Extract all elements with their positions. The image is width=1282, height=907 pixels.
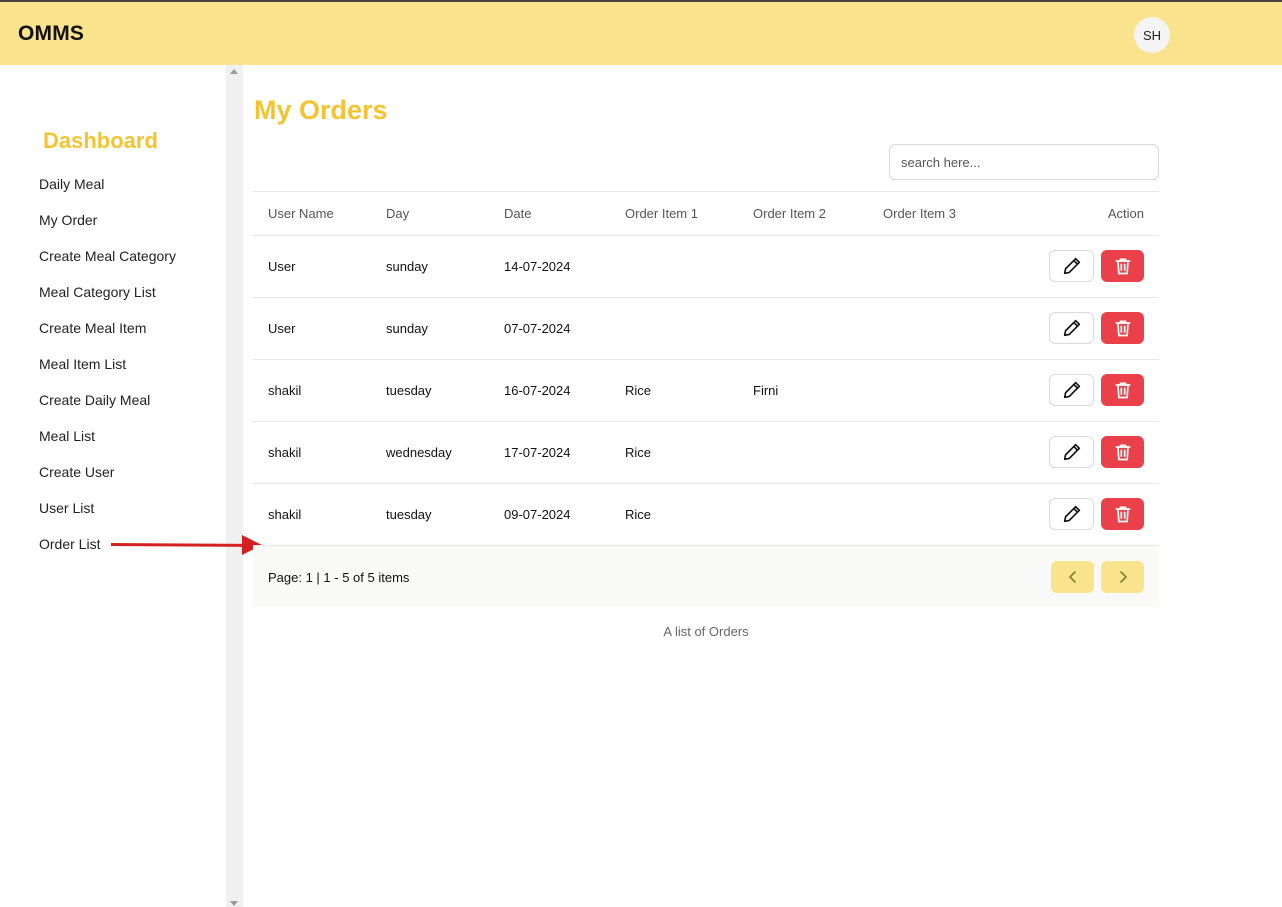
chevron-right-icon: [1119, 571, 1127, 583]
column-header-order-item-1: Order Item 1: [625, 206, 698, 221]
delete-button[interactable]: [1101, 250, 1144, 282]
cell-day: sunday: [386, 259, 428, 274]
sidebar-item-create-daily-meal[interactable]: Create Daily Meal: [39, 389, 176, 425]
sidebar-item-create-meal-category[interactable]: Create Meal Category: [39, 245, 176, 281]
sidebar-item-meal-list[interactable]: Meal List: [39, 425, 176, 461]
column-header-order-item-2: Order Item 2: [753, 206, 826, 221]
sidebar-item-order-list[interactable]: Order List: [39, 533, 176, 569]
trash-icon: [1115, 320, 1130, 337]
column-header-day: Day: [386, 206, 410, 221]
pencil-icon: [1063, 505, 1080, 523]
sidebar-title[interactable]: Dashboard: [43, 128, 158, 154]
table-row: shakil tuesday 09-07-2024 Rice: [253, 484, 1159, 546]
cell-user-name: shakil: [268, 445, 302, 460]
edit-button[interactable]: [1049, 436, 1094, 468]
delete-button[interactable]: [1101, 436, 1144, 468]
cell-order-item-1: Rice: [625, 383, 652, 398]
pencil-icon: [1063, 319, 1080, 337]
delete-button[interactable]: [1101, 374, 1144, 406]
app-brand[interactable]: OMMS: [18, 22, 84, 46]
user-avatar[interactable]: SH: [1134, 17, 1170, 53]
cell-user-name: shakil: [268, 383, 302, 398]
previous-page-button[interactable]: [1051, 561, 1094, 593]
page-title: My Orders: [254, 95, 388, 125]
trash-icon: [1115, 258, 1130, 275]
table-header: User Name Day Date Order Item 1 Order It…: [253, 191, 1159, 236]
pagination-info: Page: 1 | 1 - 5 of 5 items: [268, 570, 410, 585]
table-row: User sunday 07-07-2024: [253, 298, 1159, 360]
table-row: User sunday 14-07-2024: [253, 236, 1159, 298]
trash-icon: [1115, 444, 1130, 461]
table-caption: A list of Orders: [663, 624, 749, 639]
edit-button[interactable]: [1049, 498, 1094, 530]
scroll-up-arrow-icon[interactable]: [230, 69, 238, 74]
cell-day: tuesday: [386, 383, 432, 398]
column-header-order-item-3: Order Item 3: [883, 206, 956, 221]
trash-icon: [1115, 506, 1130, 523]
table-row: shakil tuesday 16-07-2024 Rice Firni: [253, 360, 1159, 422]
sidebar-item-meal-category-list[interactable]: Meal Category List: [39, 281, 176, 317]
cell-date: 17-07-2024: [504, 445, 571, 460]
sidebar-scrollbar[interactable]: [226, 65, 243, 907]
orders-table: User Name Day Date Order Item 1 Order It…: [253, 191, 1159, 607]
cell-date: 07-07-2024: [504, 321, 571, 336]
sidebar-item-meal-item-list[interactable]: Meal Item List: [39, 353, 176, 389]
column-header-user-name: User Name: [268, 206, 334, 221]
cell-date: 16-07-2024: [504, 383, 571, 398]
sidebar-nav: Daily Meal My Order Create Meal Category…: [39, 173, 176, 569]
cell-day: tuesday: [386, 507, 432, 522]
scroll-down-arrow-icon[interactable]: [230, 901, 238, 906]
chevron-left-icon: [1068, 571, 1076, 583]
cell-day: wednesday: [386, 445, 452, 460]
cell-day: sunday: [386, 321, 428, 336]
pencil-icon: [1063, 443, 1080, 461]
next-page-button[interactable]: [1101, 561, 1144, 593]
delete-button[interactable]: [1101, 312, 1144, 344]
sidebar-item-daily-meal[interactable]: Daily Meal: [39, 173, 176, 209]
sidebar-item-my-order[interactable]: My Order: [39, 209, 176, 245]
cell-date: 09-07-2024: [504, 507, 571, 522]
sidebar-item-create-user[interactable]: Create User: [39, 461, 176, 497]
app-header: OMMS SH: [0, 2, 1282, 65]
main-content: My Orders User Name Day Date Order Item …: [243, 65, 1282, 907]
column-header-action: Action: [1107, 206, 1144, 221]
table-footer: Page: 1 | 1 - 5 of 5 items: [253, 546, 1159, 607]
column-header-date: Date: [504, 206, 532, 221]
cell-user-name: User: [268, 259, 296, 274]
cell-order-item-1: Rice: [625, 445, 652, 460]
pencil-icon: [1063, 381, 1080, 399]
cell-user-name: shakil: [268, 507, 302, 522]
sidebar-item-user-list[interactable]: User List: [39, 497, 176, 533]
sidebar-item-create-meal-item[interactable]: Create Meal Item: [39, 317, 176, 353]
cell-order-item-1: Rice: [625, 507, 652, 522]
search-input[interactable]: [889, 144, 1159, 180]
table-row: shakil wednesday 17-07-2024 Rice: [253, 422, 1159, 484]
pencil-icon: [1063, 257, 1080, 275]
trash-icon: [1115, 382, 1130, 399]
cell-order-item-2: Firni: [753, 383, 779, 398]
cell-user-name: User: [268, 321, 296, 336]
sidebar: Dashboard Daily Meal My Order Create Mea…: [0, 65, 226, 907]
delete-button[interactable]: [1101, 498, 1144, 530]
cell-date: 14-07-2024: [504, 259, 571, 274]
edit-button[interactable]: [1049, 374, 1094, 406]
edit-button[interactable]: [1049, 250, 1094, 282]
edit-button[interactable]: [1049, 312, 1094, 344]
